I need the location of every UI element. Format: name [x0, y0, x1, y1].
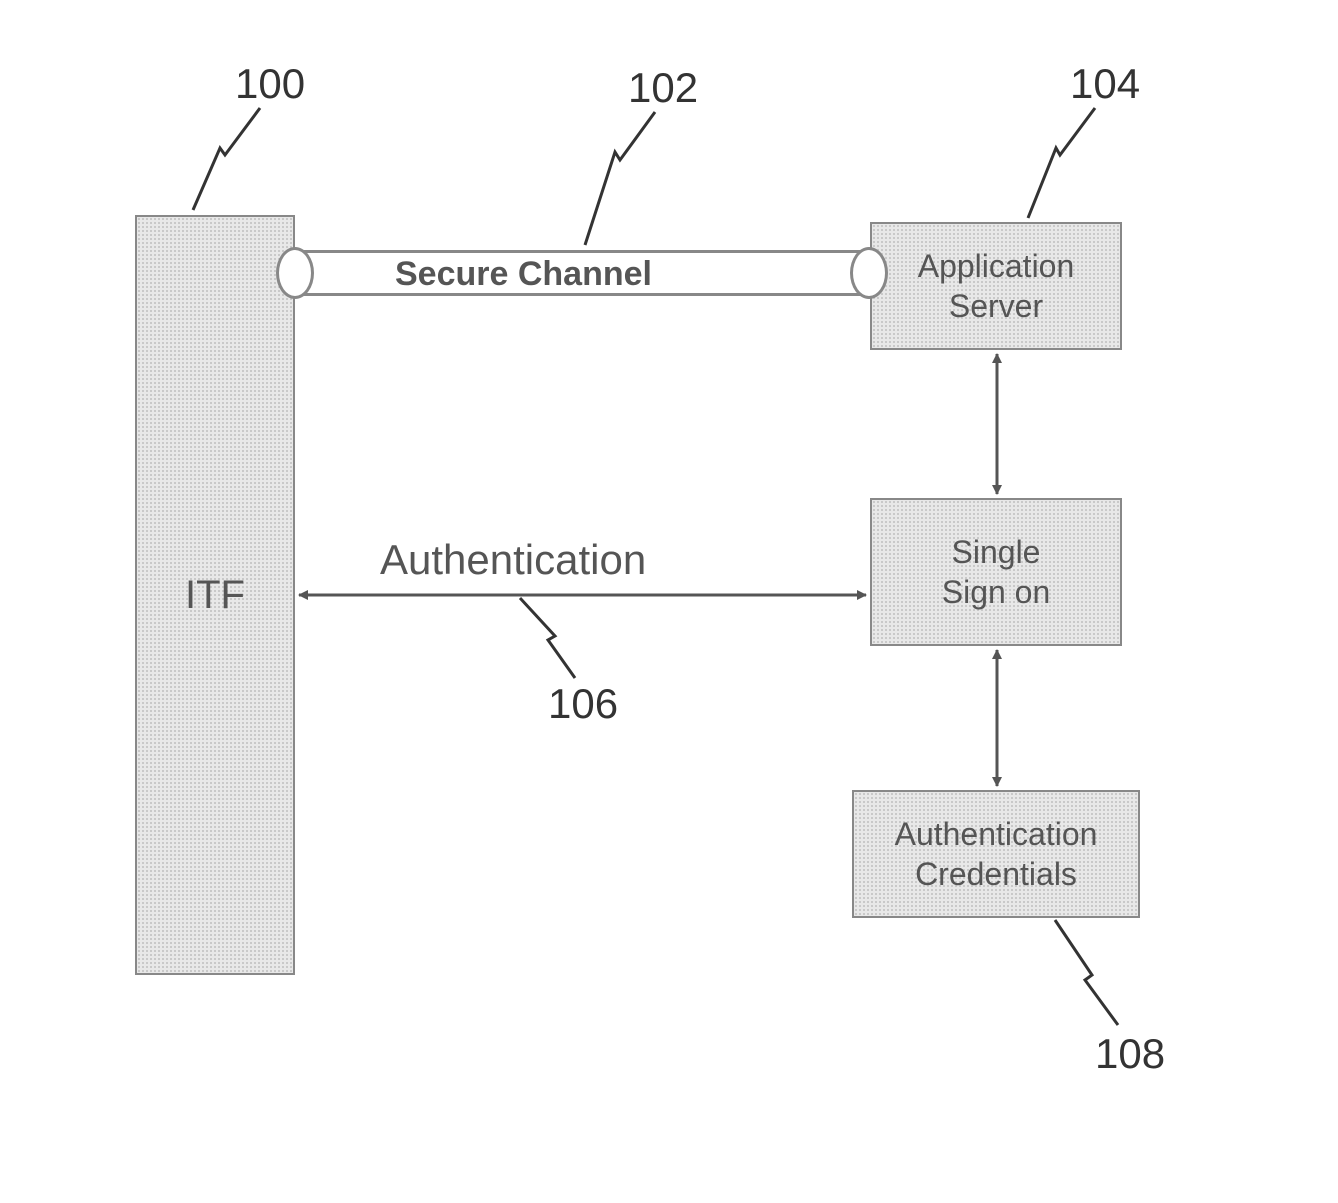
- secure-channel-label: Secure Channel: [395, 255, 652, 294]
- authentication-label: Authentication: [380, 536, 646, 584]
- ref-100: 100: [235, 60, 305, 108]
- single-sign-on-box: Single Sign on: [870, 498, 1122, 646]
- itf-box: ITF: [135, 215, 295, 975]
- ref-108: 108: [1095, 1030, 1165, 1078]
- application-server-label: Application Server: [914, 242, 1079, 330]
- itf-label: ITF: [185, 573, 245, 618]
- diagram-canvas: ITF Application Server Single Sign on Au…: [0, 0, 1338, 1203]
- ref-106: 106: [548, 680, 618, 728]
- single-sign-on-label: Single Sign on: [938, 528, 1055, 616]
- auth-credentials-label: Authentication Credentials: [891, 810, 1102, 898]
- leader-108: [1055, 920, 1118, 1025]
- auth-credentials-box: Authentication Credentials: [852, 790, 1140, 918]
- leader-100: [193, 108, 260, 210]
- secure-channel-left-cap: [276, 247, 314, 299]
- leader-104: [1028, 108, 1095, 218]
- leader-102: [585, 112, 655, 245]
- application-server-box: Application Server: [870, 222, 1122, 350]
- ref-102: 102: [628, 64, 698, 112]
- secure-channel-right-cap: [850, 247, 888, 299]
- ref-104: 104: [1070, 60, 1140, 108]
- leader-106: [520, 598, 575, 678]
